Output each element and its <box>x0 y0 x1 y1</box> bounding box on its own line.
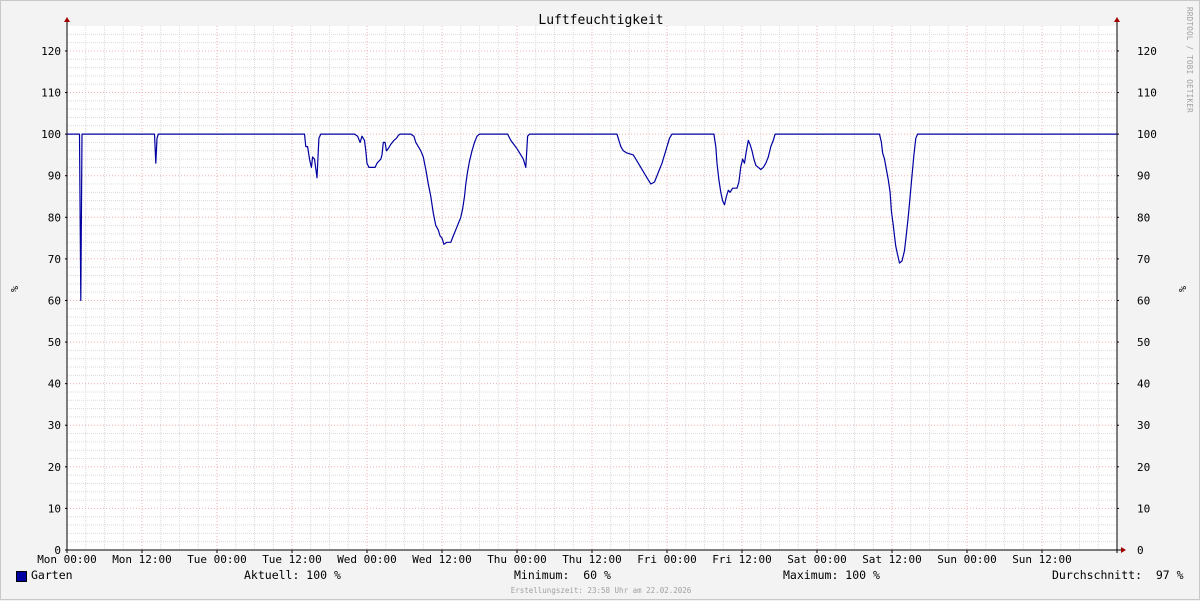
chart-window: 0 0 10 10 20 20 30 30 40 40 50 50 60 60 70 70 80 80 90 90 10… <box>0 0 1200 600</box>
y-tick-label-left: 70 <box>48 253 61 266</box>
y-tick-label-left: 20 <box>48 461 61 474</box>
y-tick-label-right: 110 <box>1137 87 1157 100</box>
y-tick-label-right: 10 <box>1137 502 1150 515</box>
legend-current: Aktuell: 100 % <box>244 568 341 582</box>
x-tick-label: Wed 00:00 <box>337 553 397 566</box>
legend: Garten Aktuell: 100 % Minimum: 60 % Maxi… <box>1 568 1200 586</box>
chart: 0 010 1020 2030 3040 4050 5060 6070 7080 8090 9010… <box>8 13 1187 566</box>
y-tick-label-right: 100 <box>1137 128 1157 141</box>
footer-creation-time: Erstellungszeit: 23:58 Uhr am 22.02.2026 <box>510 586 692 595</box>
y-axis-right-arrow <box>1114 17 1120 22</box>
y-tick-label-right: 50 <box>1137 336 1150 349</box>
x-tick-label: Sat 00:00 <box>787 553 847 566</box>
x-tick-label: Fri 00:00 <box>637 553 697 566</box>
legend-swatch-garten <box>16 571 27 582</box>
x-tick-label: Mon 00:00 <box>37 553 97 566</box>
x-tick-label: Thu 12:00 <box>562 553 622 566</box>
y-tick-label-right: 0 <box>1137 544 1144 557</box>
y-tick-label-left: 40 <box>48 378 61 391</box>
y-axis-left-arrow <box>64 17 70 22</box>
x-tick-label: Sat 12:00 <box>862 553 922 566</box>
x-tick-label: Fri 12:00 <box>712 553 772 566</box>
y-tick-label-left: 90 <box>48 170 61 183</box>
y-tick-label-left: 30 <box>48 419 61 432</box>
y-axis-label-left: % <box>8 286 19 292</box>
chart-title: Luftfeuchtigkeit <box>538 13 663 28</box>
rrdtool-watermark: RRDTOOL / TOBI OETIKER <box>1185 7 1194 113</box>
x-tick-label: Thu 00:00 <box>487 553 547 566</box>
y-tick-label-right: 80 <box>1137 211 1150 224</box>
x-axis-arrow <box>1121 547 1126 553</box>
x-tick-label: Tue 12:00 <box>262 553 322 566</box>
x-tick-label: Mon 12:00 <box>112 553 172 566</box>
y-axis-label-right: % <box>1176 286 1187 292</box>
y-tick-label-left: 110 <box>41 87 61 100</box>
x-tick-label: Sun 12:00 <box>1012 553 1072 566</box>
x-tick-label: Sun 00:00 <box>937 553 997 566</box>
y-tick-label-right: 30 <box>1137 419 1150 432</box>
y-tick-label-right: 90 <box>1137 170 1150 183</box>
y-tick-label-left: 120 <box>41 45 61 58</box>
legend-minimum: Minimum: 60 % <box>514 568 611 582</box>
y-tick-label-left: 60 <box>48 294 61 307</box>
y-tick-label-left: 80 <box>48 211 61 224</box>
y-tick-label-left: 10 <box>48 502 61 515</box>
y-tick-label-left: 100 <box>41 128 61 141</box>
y-tick-label-right: 70 <box>1137 253 1150 266</box>
legend-average: Durchschnitt: 97 % <box>1052 568 1184 582</box>
y-tick-label-left: 50 <box>48 336 61 349</box>
x-tick-label: Tue 00:00 <box>187 553 247 566</box>
y-tick-label-right: 20 <box>1137 461 1150 474</box>
legend-series-name: Garten <box>31 568 73 582</box>
y-tick-label-right: 120 <box>1137 45 1157 58</box>
y-tick-label-right: 40 <box>1137 378 1150 391</box>
x-tick-label: Wed 12:00 <box>412 553 472 566</box>
legend-maximum: Maximum: 100 % <box>783 568 880 582</box>
y-tick-label-right: 60 <box>1137 294 1150 307</box>
